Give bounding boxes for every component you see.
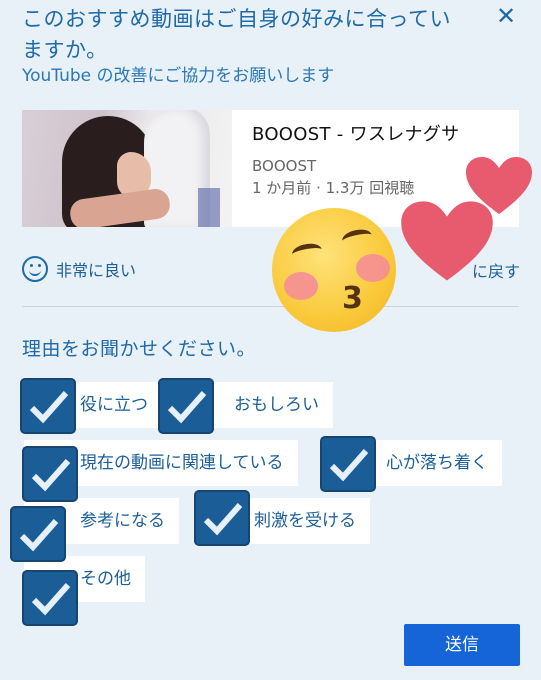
reason-label: 現在の動画に関連している	[80, 453, 284, 473]
checkbox-checked[interactable]	[22, 446, 78, 502]
smiley-icon	[22, 256, 48, 282]
checkbox-checked[interactable]	[320, 436, 376, 492]
divider	[22, 306, 519, 307]
reason-label: その他	[80, 569, 131, 589]
submit-button[interactable]: 送信	[404, 624, 520, 666]
reason-label: 心が落ち着く	[386, 453, 488, 473]
video-channel: BOOOST	[252, 157, 317, 175]
rating-label: 非常に良い	[56, 261, 137, 280]
reason-label: 刺激を受ける	[254, 511, 356, 531]
reason-label: 参考になる	[80, 511, 165, 531]
checkmark-icon	[31, 459, 71, 492]
checkmark-icon	[29, 391, 69, 424]
dialog-title: このおすすめ動画はご自身の好みに合っていますか。	[22, 7, 451, 62]
checkmark-icon	[203, 503, 243, 536]
checkbox-checked[interactable]	[22, 570, 78, 626]
checkmark-icon	[19, 519, 59, 552]
reason-label: おもしろい	[234, 395, 319, 415]
video-title: BOOOST - ワスレナグサ	[252, 124, 460, 145]
close-icon[interactable]: ✕	[492, 2, 520, 30]
checkbox-checked[interactable]	[158, 378, 214, 434]
reasons-heading: 理由をお聞かせください。	[22, 338, 257, 360]
checkmark-icon	[31, 583, 71, 616]
checkbox-checked[interactable]	[194, 490, 250, 546]
dialog-subtitle: YouTube の改善にご協力をお願いします	[22, 66, 335, 86]
checkmark-icon	[167, 391, 207, 424]
checkmark-icon	[329, 449, 369, 482]
kissing-face-icon: 3	[272, 208, 396, 332]
reason-label: 役に立つ	[80, 395, 148, 415]
video-stats: 1 か月前 · 1.3万 回視聴	[252, 179, 415, 197]
video-thumbnail[interactable]	[22, 110, 232, 227]
heart-icon	[401, 201, 493, 281]
checkbox-checked[interactable]	[20, 378, 76, 434]
rating-selected: 非常に良い	[22, 256, 136, 282]
checkbox-checked[interactable]	[10, 506, 66, 562]
